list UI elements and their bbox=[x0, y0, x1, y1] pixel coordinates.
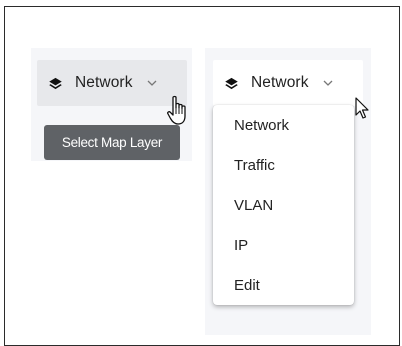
layer-selector-hover[interactable]: Network bbox=[37, 60, 187, 106]
menu-item-vlan[interactable]: VLAN bbox=[213, 185, 354, 225]
menu-item-network[interactable]: Network bbox=[213, 105, 354, 145]
layers-icon bbox=[224, 75, 240, 91]
layer-selector-label: Network bbox=[75, 74, 133, 91]
chevron-down-icon bbox=[147, 79, 157, 87]
tooltip: Select Map Layer bbox=[44, 125, 180, 160]
menu-item-traffic[interactable]: Traffic bbox=[213, 145, 354, 185]
hand-pointer-icon bbox=[167, 95, 186, 125]
arrow-pointer-icon bbox=[355, 97, 369, 119]
layer-dropdown-menu: Network Traffic VLAN IP Edit bbox=[213, 105, 354, 305]
layer-selector-open[interactable]: Network bbox=[213, 60, 363, 106]
menu-item-ip[interactable]: IP bbox=[213, 225, 354, 265]
layer-selector-label: Network bbox=[251, 74, 309, 91]
layers-icon bbox=[48, 75, 64, 91]
chevron-down-icon bbox=[323, 79, 333, 87]
menu-item-edit[interactable]: Edit bbox=[213, 265, 354, 305]
